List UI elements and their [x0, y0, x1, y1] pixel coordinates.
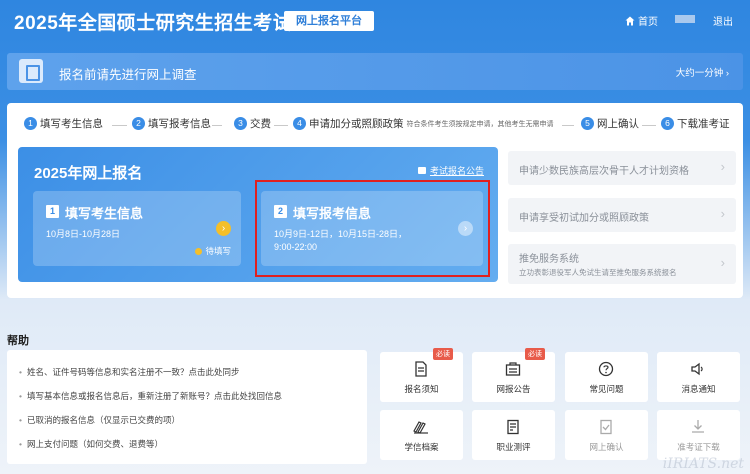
nav-home-label: 首页 [638, 17, 658, 28]
step-label: 网上确认 [597, 118, 639, 130]
survey-banner[interactable]: 报名前请先进行网上调查 大约一分钟 › [7, 53, 743, 90]
step-6: 6 下载准考证 [661, 116, 730, 131]
step-label: 交费 [250, 118, 271, 130]
step-label: 填写报考信息 [148, 118, 211, 130]
tile-admission-ticket-download[interactable]: 准考证下载 [657, 410, 740, 460]
step-1: 1 填写考生信息 [24, 116, 103, 131]
step-connector [642, 125, 656, 126]
step-connector [274, 125, 288, 126]
chevron-right-icon[interactable]: › [216, 221, 231, 236]
recommendation-system-link[interactable]: 推免服务系统 立功表彰退役军人免试生请至推免服务系统报名 › [508, 244, 736, 284]
help-link[interactable]: 网上支付问题（如何交费、退费等） [19, 438, 163, 450]
tile-label: 报名须知 [404, 384, 439, 394]
step-progress: 1 填写考生信息 2 填写报考信息 3 交费 4 申请加分或照顾政策 符合条件考生须按规定… [24, 116, 734, 134]
chevron-right-icon: › [720, 255, 725, 270]
side-item-label: 申请享受初试加分或照顾政策 [519, 213, 649, 224]
tile-label: 网报公告 [496, 384, 531, 394]
tile-label: 网上确认 [589, 442, 624, 452]
status-dot-icon [195, 247, 203, 255]
help-list: 姓名、证件号码等信息和实名注册不一致？点击此处同步 填写基本信息或报名信息后，重… [7, 350, 367, 464]
minority-talent-plan-link[interactable]: 申请少数民族高层次骨干人才计划资格 › [508, 151, 736, 185]
step-number: 2 [132, 117, 145, 130]
app-title: 2025年全国硕士研究生招生考试 [14, 13, 293, 34]
speaker-icon [691, 362, 703, 376]
tile-label: 消息通知 [681, 384, 716, 394]
must-read-badge: 必读 [525, 348, 545, 360]
step-number: 4 [293, 117, 306, 130]
step-number: 1 [24, 117, 37, 130]
step-3: 3 交费 [234, 116, 271, 131]
book-icon [413, 421, 428, 434]
help-title: 帮助 [7, 335, 29, 347]
step-connector [212, 125, 222, 126]
step-number: 6 [661, 117, 674, 130]
survey-icon [19, 59, 43, 83]
status-badge: 待填写 [195, 245, 231, 257]
download-icon [692, 420, 704, 433]
home-icon [625, 16, 635, 25]
step-connector [112, 125, 127, 126]
tile-registration-notice[interactable]: 必读 报名须知 [380, 348, 463, 402]
help-link[interactable]: 姓名、证件号码等信息和实名注册不一致？点击此处同步 [19, 366, 240, 378]
watermark: iIRIATS.net [662, 456, 744, 472]
tile-label: 职业测评 [496, 442, 531, 452]
help-link[interactable]: 已取消的报名信息（仅显示已交费的项） [19, 414, 180, 426]
tile-label: 准考证下载 [677, 442, 720, 452]
tile-online-confirm[interactable]: 网上确认 [565, 410, 648, 460]
tile-student-archive[interactable]: 学信档案 [380, 410, 463, 460]
step-label: 填写考生信息 [40, 118, 103, 130]
step-5: 5 网上确认 [581, 116, 639, 131]
announcement-doc-icon [417, 167, 426, 174]
highlight-frame [255, 180, 490, 277]
box-date: 10月8日-10月28日 [46, 229, 121, 239]
platform-badge: 网上报名平台 [284, 11, 374, 31]
tile-notifications[interactable]: 消息通知 [657, 352, 740, 402]
step-4: 4 申请加分或照顾政策 符合条件考生须按规定申请，其他考生无需申请 [293, 116, 554, 131]
announcement-label: 考试报名公告 [429, 166, 484, 176]
tile-label: 常见问题 [589, 384, 624, 394]
chevron-right-icon: › [720, 206, 725, 221]
tile-announcement[interactable]: 必读 网报公告 [472, 348, 555, 402]
fill-candidate-info-box[interactable]: 1 填写考生信息 10月8日-10月28日 › 待填写 [33, 191, 241, 266]
user-name [675, 15, 695, 23]
side-item-label: 推免服务系统 [519, 254, 579, 265]
step-2: 2 填写报考信息 [132, 116, 211, 131]
bonus-policy-link[interactable]: 申请享受初试加分或照顾政策 › [508, 198, 736, 232]
help-link[interactable]: 填写基本信息或报名信息后，重新注册了新账号？点击此处找回信息 [19, 390, 282, 402]
survey-text: 报名前请先进行网上调查 [59, 68, 197, 82]
must-read-badge: 必读 [433, 348, 453, 360]
step-number: 5 [581, 117, 594, 130]
step-label: 下载准考证 [677, 118, 730, 130]
side-item-sub: 立功表彰退役军人免试生请至推免服务系统报名 [519, 268, 677, 277]
box-title: 填写考生信息 [65, 206, 144, 221]
side-item-label: 申请少数民族高层次骨干人才计划资格 [519, 166, 689, 177]
status-label: 待填写 [205, 246, 231, 256]
confirm-icon [600, 419, 612, 435]
top-header: 2025年全国硕士研究生招生考试 网上报名平台 首页 退出 [0, 0, 750, 42]
tile-faq[interactable]: 常见问题 [565, 352, 648, 402]
nav-home-link[interactable]: 首页 [625, 13, 658, 28]
survey-duration-link[interactable]: 大约一分钟 › [676, 65, 729, 79]
step-note: 符合条件考生须按规定申请，其他考生无需申请 [406, 120, 554, 128]
announcement-icon [505, 362, 521, 376]
step-label: 申请加分或照顾政策 [309, 118, 404, 130]
tile-label: 学信档案 [404, 442, 439, 452]
logout-link[interactable]: 退出 [713, 13, 733, 28]
registration-card: 1 填写考生信息 2 填写报考信息 3 交费 4 申请加分或照顾政策 符合条件考生须按规定… [7, 103, 743, 298]
step-number: 3 [234, 117, 247, 130]
question-icon [598, 361, 614, 377]
tile-career-assessment[interactable]: 职业测评 [472, 410, 555, 460]
chevron-right-icon: › [720, 159, 725, 174]
exam-announcement-link[interactable]: 考试报名公告 [417, 164, 484, 177]
evaluation-icon [507, 419, 519, 435]
document-icon [415, 361, 427, 377]
step-connector [562, 125, 574, 126]
box-number: 1 [46, 205, 59, 218]
registration-title: 2025年网上报名 [34, 165, 143, 182]
